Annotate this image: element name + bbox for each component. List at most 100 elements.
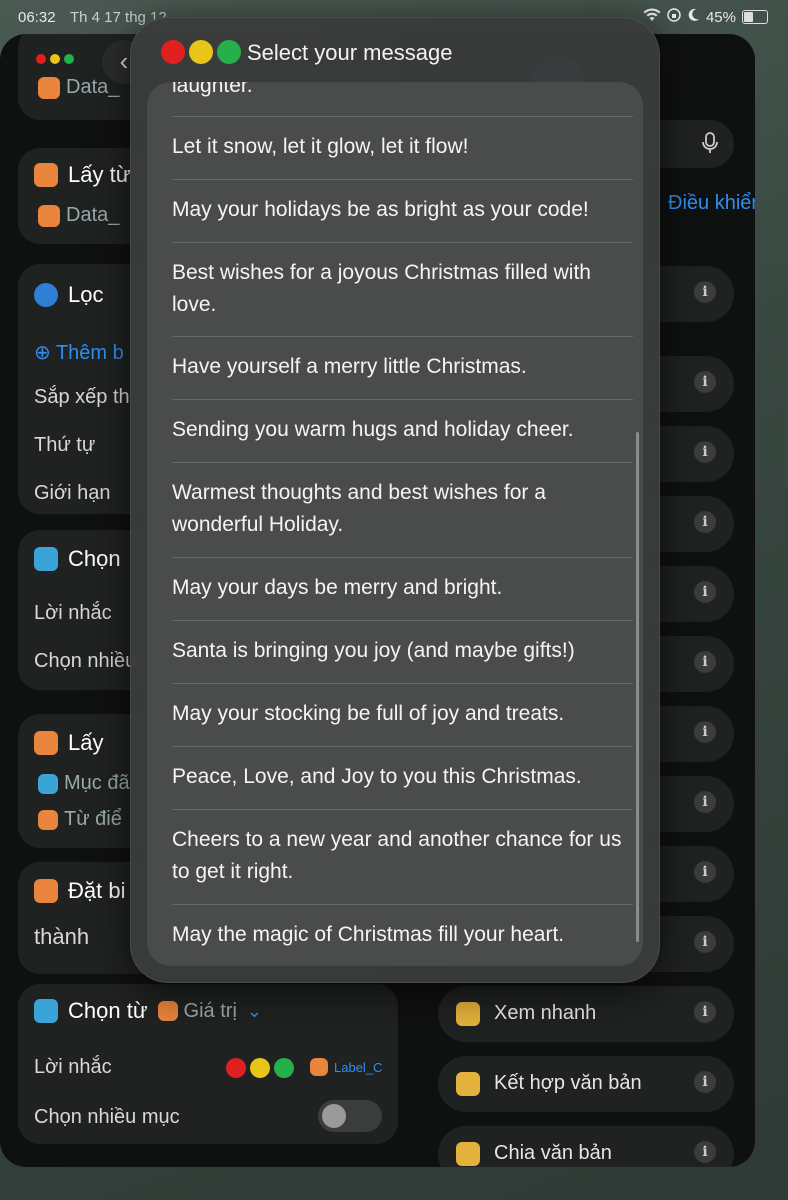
divider bbox=[172, 620, 633, 621]
limit-row[interactable]: Giới hạn bbox=[34, 482, 110, 505]
filter-icon bbox=[34, 283, 58, 307]
order-row[interactable]: Thứ tự bbox=[34, 434, 95, 457]
info-icon[interactable]: i bbox=[694, 281, 716, 303]
list-item[interactable]: Let it snow, let it glow, let it flow! bbox=[172, 131, 633, 163]
action-label: Chia văn bản bbox=[494, 1142, 612, 1164]
list-item[interactable]: Best wishes for a joyous Christmas fille… bbox=[172, 257, 633, 321]
card-title: Lấy bbox=[34, 730, 103, 756]
card-title: Lọc bbox=[34, 282, 103, 308]
dialog-title-emoji bbox=[161, 40, 241, 64]
card-title: Chọn bbox=[34, 546, 121, 572]
action-card-choose-from[interactable]: Chọn từ Giá trị ⌄ Lời nhắc Label_C Chọn … bbox=[18, 984, 398, 1144]
battery-percent: 45% bbox=[705, 8, 736, 26]
prompt-row[interactable]: Lời nhắc bbox=[34, 602, 112, 625]
minimize-icon[interactable] bbox=[50, 54, 60, 64]
card-title-label: Đặt bi bbox=[68, 878, 126, 903]
list-item[interactable]: laughter. bbox=[172, 82, 633, 102]
list-item[interactable]: Santa is bringing you joy (and maybe gif… bbox=[172, 635, 633, 667]
list-item[interactable]: May your days be merry and bright. bbox=[172, 572, 633, 604]
info-icon[interactable]: i bbox=[694, 721, 716, 743]
choose-from-list-dialog: Select your message laughter. Let it sno… bbox=[130, 17, 660, 983]
variable-chip-label: Từ điể bbox=[64, 808, 122, 830]
prompt-variable-chip[interactable]: Label_C bbox=[310, 1058, 382, 1076]
variable-chip[interactable]: Data_ bbox=[38, 204, 119, 227]
list-item[interactable]: Sending you warm hugs and holiday cheer. bbox=[172, 414, 633, 446]
variable-icon bbox=[38, 76, 60, 99]
info-icon[interactable]: i bbox=[694, 1071, 716, 1093]
info-icon[interactable]: i bbox=[694, 791, 716, 813]
add-filter-button[interactable]: ⊕ Thêm b bbox=[34, 340, 124, 365]
scrollbar[interactable] bbox=[636, 432, 639, 942]
dictionary-icon bbox=[34, 731, 58, 755]
info-icon[interactable]: i bbox=[694, 371, 716, 393]
action-quick-look[interactable]: Xem nhanh i bbox=[438, 986, 734, 1042]
variable-chip-label: Mục đã bbox=[64, 772, 130, 794]
card-title-label: Lấy từ bbox=[68, 162, 131, 187]
dictionary-icon bbox=[157, 1001, 178, 1021]
action-split-text[interactable]: Chia văn bản i bbox=[438, 1126, 734, 1167]
fullscreen-icon[interactable] bbox=[64, 54, 74, 64]
action-label: Kết hợp văn bản bbox=[494, 1072, 642, 1094]
status-time: 06:32 bbox=[18, 9, 56, 26]
divider bbox=[172, 399, 633, 400]
dialog-title: Select your message bbox=[247, 40, 453, 65]
green-circle-icon bbox=[217, 40, 241, 64]
status-indicators: 45% bbox=[643, 8, 768, 26]
battery-icon bbox=[742, 10, 768, 24]
card-title: Lấy từ bbox=[34, 162, 130, 188]
green-circle-icon bbox=[274, 1058, 294, 1078]
card-title: Chọn từ Giá trị ⌄ bbox=[34, 998, 262, 1024]
info-icon[interactable]: i bbox=[694, 441, 716, 463]
list-item[interactable]: May your holidays be as bright as your c… bbox=[172, 194, 633, 226]
select-multiple-row[interactable]: Chọn nhiều bbox=[34, 650, 136, 673]
text-icon bbox=[456, 1072, 480, 1096]
variable-chip[interactable]: Data_ bbox=[38, 76, 119, 99]
emoji-dots bbox=[226, 1058, 294, 1078]
info-icon[interactable]: i bbox=[694, 861, 716, 883]
message-list[interactable]: laughter. Let it snow, let it glow, let … bbox=[147, 82, 643, 966]
divider bbox=[172, 462, 633, 463]
list-item[interactable]: May the magic of Christmas fill your hea… bbox=[172, 919, 633, 951]
variable-icon bbox=[310, 1058, 328, 1076]
list-item[interactable]: Warmest thoughts and best wishes for a w… bbox=[172, 477, 633, 541]
variable-chip-label: Data_ bbox=[66, 204, 120, 226]
info-icon[interactable]: i bbox=[694, 651, 716, 673]
list-item[interactable]: Peace, Love, and Joy to you this Christm… bbox=[172, 761, 633, 793]
controls-tab[interactable]: Điều khiển bbox=[668, 192, 755, 215]
info-icon[interactable]: i bbox=[694, 1141, 716, 1163]
select-multiple-label: Chọn nhiều mục bbox=[34, 1106, 180, 1128]
card-subtitle: thành bbox=[34, 924, 90, 949]
list-icon bbox=[38, 773, 58, 794]
chevron-down-icon[interactable]: ⌄ bbox=[247, 1001, 262, 1022]
info-icon[interactable]: i bbox=[694, 1001, 716, 1023]
divider bbox=[172, 904, 633, 905]
divider bbox=[172, 557, 633, 558]
info-icon[interactable]: i bbox=[694, 511, 716, 533]
add-filter-label: Thêm b bbox=[55, 342, 124, 364]
card-title-label: Lấy bbox=[68, 730, 104, 755]
variable-chip[interactable]: Giá trị bbox=[157, 999, 237, 1023]
prompt-variable-label: Label_C bbox=[334, 1059, 383, 1075]
select-multiple-toggle[interactable] bbox=[318, 1100, 382, 1132]
window-controls[interactable] bbox=[36, 54, 74, 64]
info-icon[interactable]: i bbox=[694, 931, 716, 953]
card-title-label: Lọc bbox=[68, 282, 104, 307]
close-icon[interactable] bbox=[36, 54, 46, 64]
dictionary-icon bbox=[38, 809, 58, 830]
variable-chip-label: Giá trị bbox=[183, 999, 237, 1022]
variable-chip[interactable]: Từ điể bbox=[38, 808, 122, 831]
list-icon bbox=[34, 999, 58, 1023]
yellow-circle-icon bbox=[189, 40, 213, 64]
variable-chip[interactable]: Mục đã bbox=[38, 772, 130, 795]
action-combine-text[interactable]: Kết hợp văn bản i bbox=[438, 1056, 734, 1112]
list-item[interactable]: Cheers to a new year and another chance … bbox=[172, 824, 633, 888]
red-circle-icon bbox=[226, 1058, 246, 1078]
list-item[interactable]: Have yourself a merry little Christmas. bbox=[172, 351, 633, 383]
microphone-icon[interactable] bbox=[702, 132, 718, 159]
sort-by-row[interactable]: Sắp xếp th bbox=[34, 386, 130, 409]
card-title-label: Chọn bbox=[68, 546, 121, 571]
list-item[interactable]: May your stocking be full of joy and tre… bbox=[172, 698, 633, 730]
info-icon[interactable]: i bbox=[694, 581, 716, 603]
dictionary-icon bbox=[34, 163, 58, 187]
action-label: Xem nhanh bbox=[494, 1002, 597, 1024]
